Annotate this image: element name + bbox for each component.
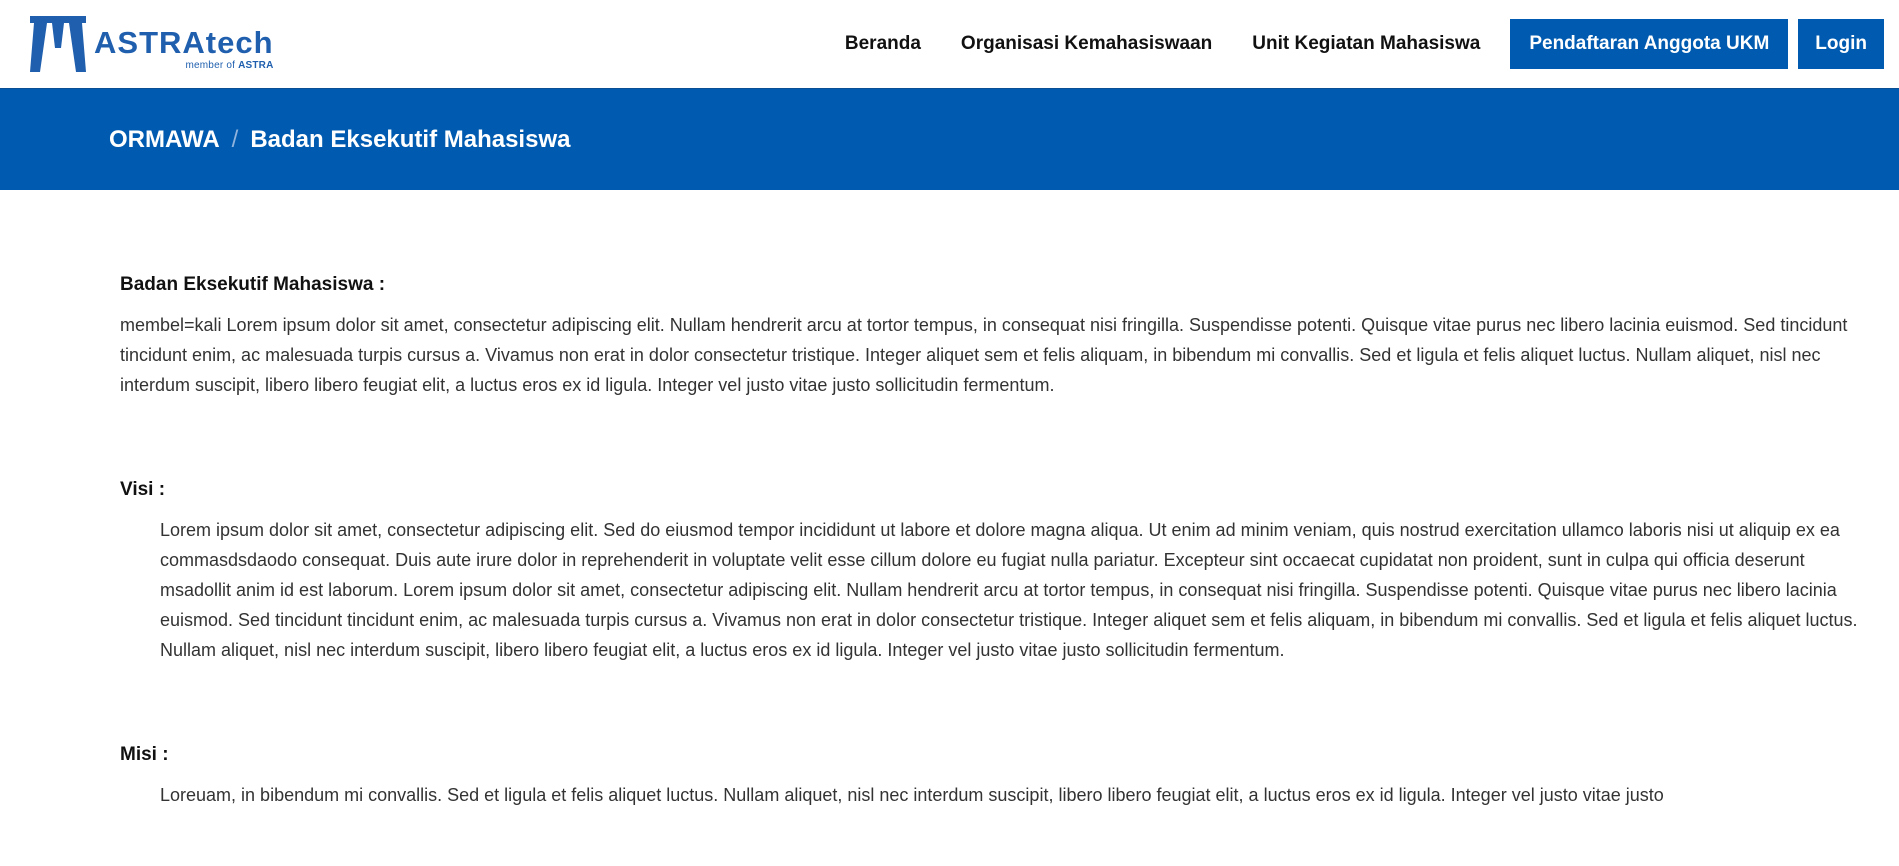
astratech-logo-icon (30, 16, 86, 72)
breadcrumb-link-ormawa[interactable]: ORMAWA (109, 126, 220, 153)
about-text: membel=kali Lorem ipsum dolor sit amet, … (120, 315, 1848, 395)
about-section: Badan Eksekutif Mahasiswa : membel=kali … (120, 274, 1869, 400)
brand-logo-link[interactable]: ASTRAtech member of ASTRA (30, 16, 274, 72)
nav-link-beranda[interactable]: Beranda (845, 33, 921, 55)
visi-section: Visi : Lorem ipsum dolor sit amet, conse… (120, 479, 1869, 665)
brand-tagline: member of ASTRA (185, 60, 273, 71)
top-navbar: ASTRAtech member of ASTRA Beranda Organi… (0, 0, 1899, 88)
register-ukm-button[interactable]: Pendaftaran Anggota UKM (1510, 19, 1789, 69)
misi-section: Misi : Loreuam, in bibendum mi convallis… (120, 744, 1869, 810)
breadcrumb-banner: ORMAWA / Badan Eksekutif Mahasiswa (0, 88, 1899, 190)
nav-link-unit-kegiatan-mahasiswa[interactable]: Unit Kegiatan Mahasiswa (1252, 33, 1480, 55)
brand-tagline-prefix: member of (185, 60, 236, 71)
misi-text: Loreuam, in bibendum mi convallis. Sed e… (160, 785, 1664, 805)
main-nav: Beranda Organisasi Kemahasiswaan Unit Ke… (805, 0, 1884, 88)
misi-title: Misi : (120, 744, 169, 765)
about-title: Badan Eksekutif Mahasiswa : (120, 274, 386, 295)
visi-text: Lorem ipsum dolor sit amet, consectetur … (160, 520, 1858, 660)
nav-link-organisasi-kemahasiswaan[interactable]: Organisasi Kemahasiswaan (961, 33, 1212, 55)
visi-title: Visi : (120, 479, 166, 500)
breadcrumb-current: Badan Eksekutif Mahasiswa (250, 125, 571, 153)
login-button[interactable]: Login (1798, 19, 1884, 69)
brand-tagline-strong: ASTRA (238, 60, 274, 71)
brand-name: ASTRAtech (94, 25, 274, 60)
breadcrumb: ORMAWA / Badan Eksekutif Mahasiswa (109, 126, 570, 154)
brand-text: ASTRAtech member of ASTRA (94, 25, 274, 71)
main-content: Badan Eksekutif Mahasiswa : membel=kali … (0, 190, 1899, 810)
breadcrumb-separator: / (231, 125, 239, 153)
